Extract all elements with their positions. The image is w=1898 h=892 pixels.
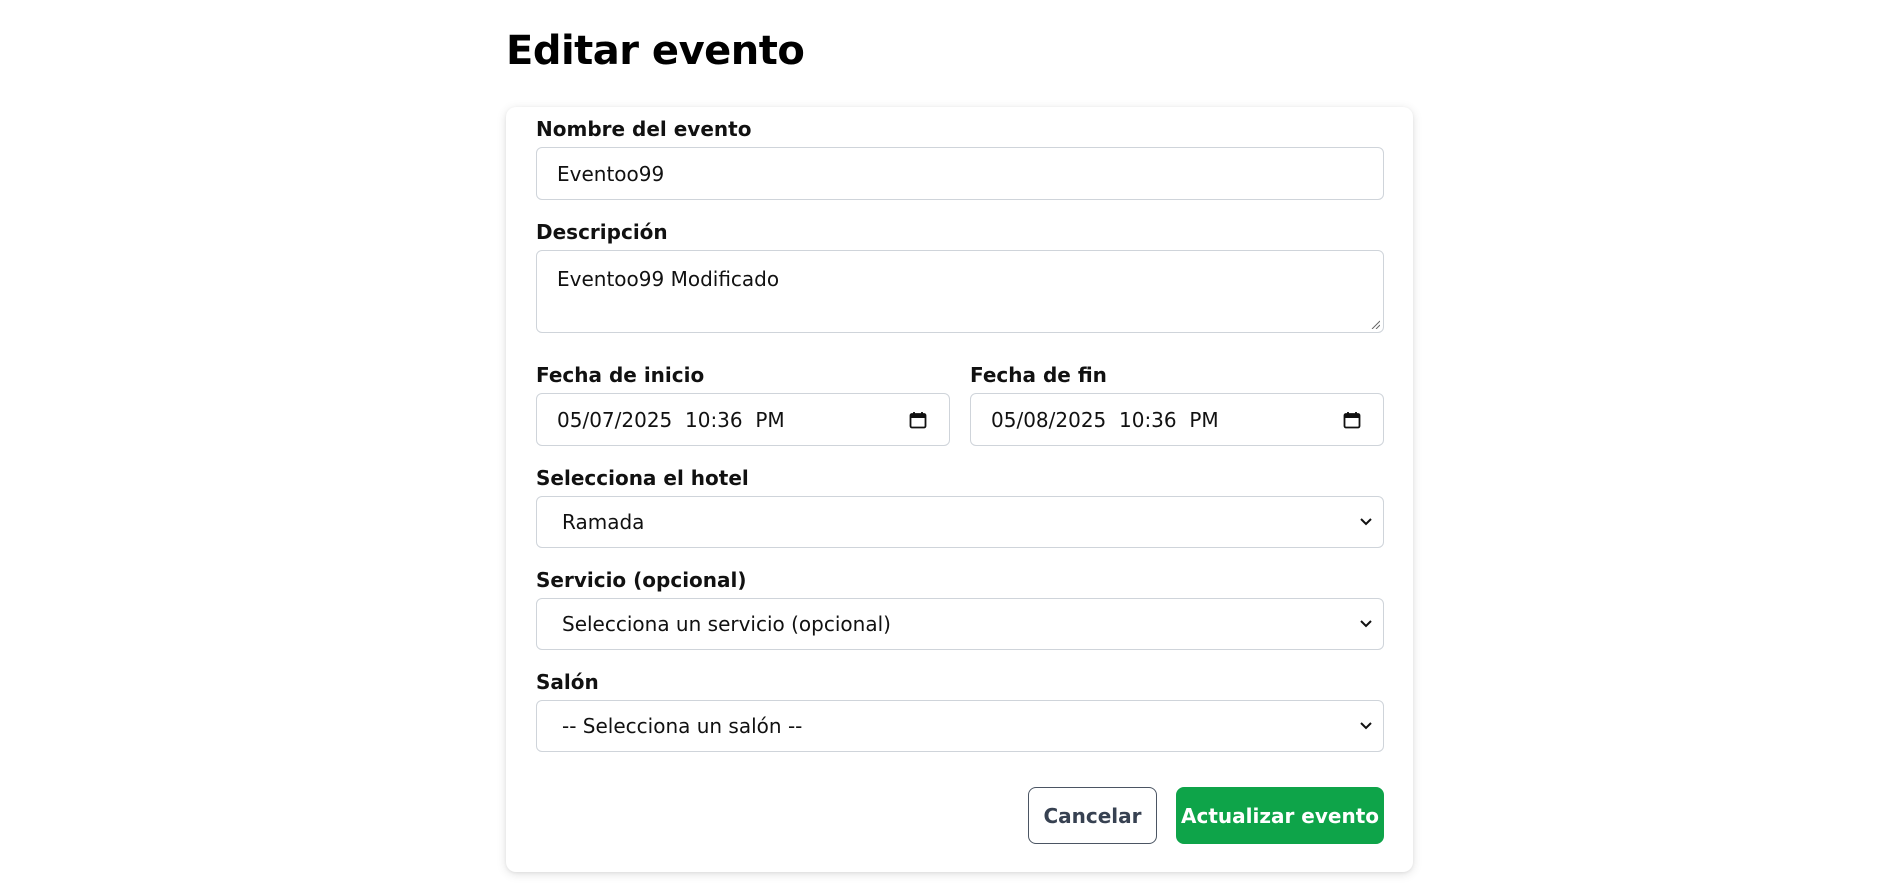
event-name-input[interactable]: Eventoo99 [536, 147, 1384, 200]
description-textarea[interactable]: Eventoo99 Modificado [536, 250, 1384, 333]
edit-event-form: Nombre del evento Eventoo99 Descripción … [506, 107, 1413, 872]
hotel-selected-value: Ramada [562, 510, 645, 534]
service-selected-value: Selecciona un servicio (opcional) [562, 612, 891, 636]
end-date-label: Fecha de fin [970, 363, 1107, 387]
resize-grip-icon[interactable] [1370, 319, 1380, 329]
update-event-button[interactable]: Actualizar evento [1176, 787, 1384, 844]
hotel-select[interactable]: Ramada [536, 496, 1384, 548]
cancel-button[interactable]: Cancelar [1028, 787, 1157, 844]
salon-select[interactable]: -- Selecciona un salón -- [536, 700, 1384, 752]
chevron-down-icon [1360, 620, 1372, 628]
service-label: Servicio (opcional) [536, 568, 747, 592]
start-date-value: 05/07/2025 10:36 PM [557, 407, 785, 432]
end-date-value: 05/08/2025 10:36 PM [991, 407, 1219, 432]
event-name-label: Nombre del evento [536, 117, 752, 141]
description-label: Descripción [536, 220, 668, 244]
start-date-input[interactable]: 05/07/2025 10:36 PM [536, 393, 950, 446]
description-value: Eventoo99 Modificado [557, 267, 780, 291]
calendar-icon[interactable] [909, 411, 927, 429]
salon-selected-value: -- Selecciona un salón -- [562, 714, 803, 738]
start-date-label: Fecha de inicio [536, 363, 705, 387]
chevron-down-icon [1360, 518, 1372, 526]
chevron-down-icon [1360, 722, 1372, 730]
calendar-icon[interactable] [1343, 411, 1361, 429]
event-name-value: Eventoo99 [557, 161, 665, 186]
page-title: Editar evento [506, 28, 805, 74]
salon-label: Salón [536, 670, 599, 694]
hotel-label: Selecciona el hotel [536, 466, 749, 490]
end-date-input[interactable]: 05/08/2025 10:36 PM [970, 393, 1384, 446]
service-select[interactable]: Selecciona un servicio (opcional) [536, 598, 1384, 650]
